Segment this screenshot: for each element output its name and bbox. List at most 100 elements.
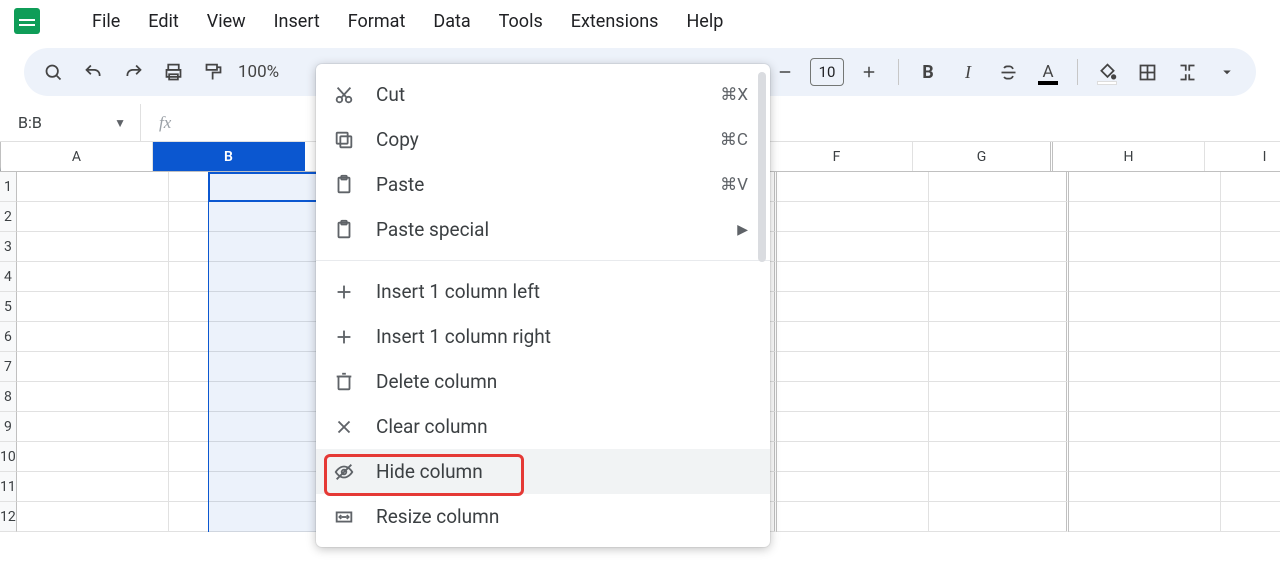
cell[interactable] bbox=[929, 382, 1069, 412]
italic-button[interactable]: I bbox=[951, 55, 985, 89]
redo-icon[interactable] bbox=[116, 55, 150, 89]
cell[interactable] bbox=[777, 172, 929, 202]
cell[interactable] bbox=[1069, 412, 1221, 442]
row-header[interactable]: 1 bbox=[0, 172, 17, 202]
cell[interactable] bbox=[1221, 442, 1280, 472]
print-icon[interactable] bbox=[156, 55, 190, 89]
cell[interactable] bbox=[1069, 382, 1221, 412]
cell[interactable] bbox=[929, 412, 1069, 442]
row-header[interactable]: 12 bbox=[0, 502, 17, 532]
cell[interactable] bbox=[17, 262, 169, 292]
cell[interactable] bbox=[169, 442, 321, 472]
zoom-level[interactable]: 100% bbox=[238, 62, 279, 82]
cell[interactable] bbox=[17, 172, 169, 202]
cell[interactable] bbox=[17, 202, 169, 232]
cell[interactable] bbox=[1221, 382, 1280, 412]
menu-edit[interactable]: Edit bbox=[134, 5, 192, 38]
cell[interactable] bbox=[1069, 502, 1221, 532]
cell[interactable] bbox=[929, 292, 1069, 322]
row-header[interactable]: 5 bbox=[0, 292, 17, 322]
cell[interactable] bbox=[169, 352, 321, 382]
cell[interactable] bbox=[169, 322, 321, 352]
cell[interactable] bbox=[1069, 442, 1221, 472]
cell[interactable] bbox=[17, 322, 169, 352]
cell[interactable] bbox=[1069, 292, 1221, 322]
cell[interactable] bbox=[169, 472, 321, 502]
cell[interactable] bbox=[17, 382, 169, 412]
cell[interactable] bbox=[1221, 172, 1280, 202]
name-box-dropdown-icon[interactable]: ▼ bbox=[114, 116, 126, 130]
cell[interactable] bbox=[1221, 262, 1280, 292]
cell[interactable] bbox=[777, 352, 929, 382]
cell[interactable] bbox=[169, 202, 321, 232]
increase-font-size[interactable] bbox=[852, 55, 886, 89]
cell[interactable] bbox=[1221, 202, 1280, 232]
cell[interactable] bbox=[777, 292, 929, 322]
menu-insert[interactable]: Insert bbox=[260, 5, 334, 38]
cell[interactable] bbox=[1221, 322, 1280, 352]
column-header-i[interactable]: I bbox=[1205, 142, 1280, 171]
context-menu-cut[interactable]: Cut ⌘X bbox=[316, 72, 770, 117]
bold-button[interactable]: B bbox=[911, 55, 945, 89]
cell[interactable] bbox=[169, 382, 321, 412]
cell[interactable] bbox=[1069, 202, 1221, 232]
cell[interactable] bbox=[777, 382, 929, 412]
menu-view[interactable]: View bbox=[193, 5, 260, 38]
cell[interactable] bbox=[169, 232, 321, 262]
cell[interactable] bbox=[17, 502, 169, 532]
font-size-input[interactable]: 10 bbox=[810, 58, 844, 86]
cell[interactable] bbox=[777, 442, 929, 472]
paint-format-icon[interactable] bbox=[196, 55, 230, 89]
cell[interactable] bbox=[929, 472, 1069, 502]
text-color-button[interactable]: A bbox=[1031, 55, 1065, 89]
cell[interactable] bbox=[929, 172, 1069, 202]
cell[interactable] bbox=[777, 322, 929, 352]
cell[interactable] bbox=[1069, 322, 1221, 352]
column-header-g[interactable]: G bbox=[913, 142, 1053, 171]
cell[interactable] bbox=[169, 172, 321, 202]
column-header-a[interactable]: A bbox=[1, 142, 153, 171]
menu-help[interactable]: Help bbox=[672, 5, 737, 38]
context-menu-scrollbar[interactable] bbox=[758, 72, 766, 262]
cell[interactable] bbox=[777, 502, 929, 532]
row-header[interactable]: 10 bbox=[0, 442, 17, 472]
cell[interactable] bbox=[1221, 292, 1280, 322]
strikethrough-button[interactable] bbox=[991, 55, 1025, 89]
undo-icon[interactable] bbox=[76, 55, 110, 89]
cell[interactable] bbox=[929, 502, 1069, 532]
cell[interactable] bbox=[169, 412, 321, 442]
cell[interactable] bbox=[1069, 352, 1221, 382]
context-menu-insert-right[interactable]: Insert 1 column right bbox=[316, 314, 770, 359]
cell[interactable] bbox=[169, 262, 321, 292]
cell[interactable] bbox=[1069, 472, 1221, 502]
name-box[interactable]: B:B ▼ bbox=[0, 113, 140, 132]
cell[interactable] bbox=[17, 472, 169, 502]
cell[interactable] bbox=[929, 262, 1069, 292]
context-menu-clear-column[interactable]: Clear column bbox=[316, 404, 770, 449]
menu-format[interactable]: Format bbox=[334, 5, 420, 38]
column-header-b[interactable]: B bbox=[153, 142, 305, 171]
row-header[interactable]: 6 bbox=[0, 322, 17, 352]
cell[interactable] bbox=[1221, 352, 1280, 382]
cell[interactable] bbox=[1221, 232, 1280, 262]
cell[interactable] bbox=[777, 202, 929, 232]
fill-color-button[interactable] bbox=[1090, 55, 1124, 89]
menu-extensions[interactable]: Extensions bbox=[557, 5, 673, 38]
more-toolbar-dropdown-icon[interactable] bbox=[1210, 55, 1244, 89]
row-header[interactable]: 8 bbox=[0, 382, 17, 412]
cell[interactable] bbox=[17, 352, 169, 382]
cell[interactable] bbox=[777, 262, 929, 292]
context-menu-paste[interactable]: Paste ⌘V bbox=[316, 162, 770, 207]
cell[interactable] bbox=[777, 412, 929, 442]
cell[interactable] bbox=[929, 202, 1069, 232]
cell[interactable] bbox=[1221, 412, 1280, 442]
row-header[interactable]: 11 bbox=[0, 472, 17, 502]
decrease-font-size[interactable] bbox=[768, 55, 802, 89]
cell[interactable] bbox=[1069, 262, 1221, 292]
column-header-f[interactable]: F bbox=[761, 142, 913, 171]
cell[interactable] bbox=[1221, 502, 1280, 532]
cell[interactable] bbox=[17, 412, 169, 442]
context-menu-hide-column[interactable]: Hide column bbox=[316, 449, 770, 494]
row-header[interactable]: 3 bbox=[0, 232, 17, 262]
borders-button[interactable] bbox=[1130, 55, 1164, 89]
